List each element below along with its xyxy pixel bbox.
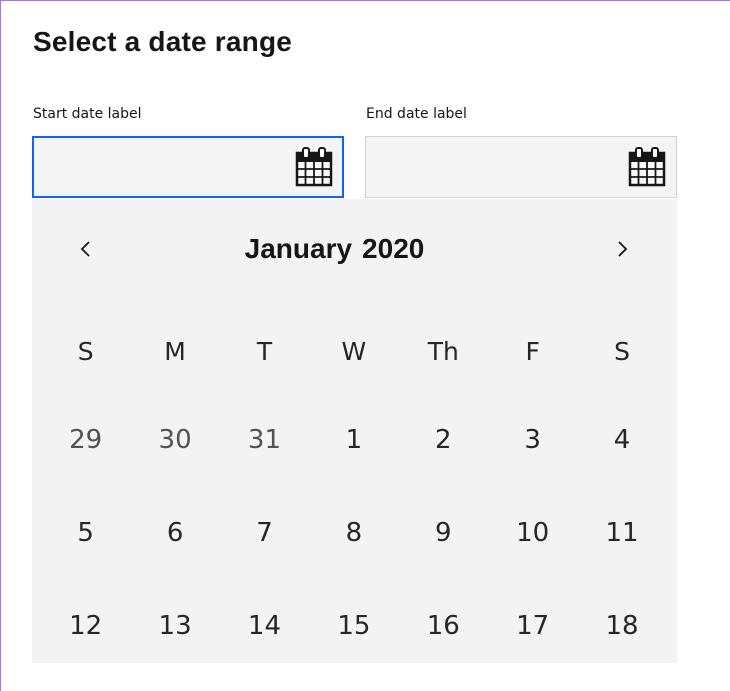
weekday-header-row: S M T W Th F S <box>41 329 667 375</box>
page-title: Select a date range <box>33 26 293 57</box>
month-label[interactable]: January <box>245 229 352 269</box>
calendar-icon[interactable] <box>295 147 333 187</box>
calendar-week-row: 12 13 14 15 16 17 18 <box>41 603 667 649</box>
start-date-label: Start date label <box>33 106 142 122</box>
calendar-day[interactable]: 3 <box>488 417 577 463</box>
calendar-day-prev-month[interactable]: 30 <box>130 417 219 463</box>
calendar-panel: January 2020 S M T W Th F S 29 30 31 1 2 … <box>32 199 677 663</box>
calendar-day-prev-month[interactable]: 29 <box>41 417 130 463</box>
weekday-thursday: Th <box>427 337 459 366</box>
calendar-day[interactable]: 12 <box>41 603 130 649</box>
calendar-day[interactable]: 1 <box>309 417 398 463</box>
chevron-right-icon <box>618 241 628 257</box>
calendar-day[interactable]: 15 <box>309 603 398 649</box>
calendar-day[interactable]: 11 <box>577 510 666 556</box>
calendar-week-row: 29 30 31 1 2 3 4 <box>41 417 667 463</box>
year-label[interactable]: 2020 <box>362 229 424 269</box>
weekday-monday: M <box>164 337 186 366</box>
calendar-day[interactable]: 7 <box>220 510 309 556</box>
end-date-label: End date label <box>366 106 467 122</box>
calendar-day[interactable]: 5 <box>41 510 130 556</box>
weekday-wednesday: W <box>341 337 367 366</box>
calendar-day[interactable]: 16 <box>399 603 488 649</box>
weekday-sunday: S <box>77 337 94 366</box>
weekday-saturday: S <box>614 337 630 366</box>
calendar-day[interactable]: 14 <box>220 603 309 649</box>
calendar-day[interactable]: 8 <box>309 510 398 556</box>
weekday-tuesday: T <box>256 337 273 366</box>
end-date-field[interactable] <box>365 136 677 198</box>
calendar-day-prev-month[interactable]: 31 <box>220 417 309 463</box>
calendar-day[interactable]: 6 <box>130 510 219 556</box>
calendar-day[interactable]: 17 <box>488 603 577 649</box>
next-month-button[interactable] <box>602 229 642 269</box>
month-year-heading: January 2020 <box>32 229 637 269</box>
weekday-friday: F <box>525 337 540 366</box>
calendar-header: January 2020 <box>32 199 677 303</box>
calendar-week-row: 5 6 7 8 9 10 11 <box>41 510 667 556</box>
calendar-day[interactable]: 9 <box>399 510 488 556</box>
start-date-field[interactable] <box>32 136 344 198</box>
calendar-day[interactable]: 10 <box>488 510 577 556</box>
calendar-icon[interactable] <box>628 147 666 187</box>
calendar-day[interactable]: 4 <box>577 417 666 463</box>
calendar-day[interactable]: 13 <box>130 603 219 649</box>
calendar-day[interactable]: 18 <box>577 603 666 649</box>
calendar-day[interactable]: 2 <box>399 417 488 463</box>
